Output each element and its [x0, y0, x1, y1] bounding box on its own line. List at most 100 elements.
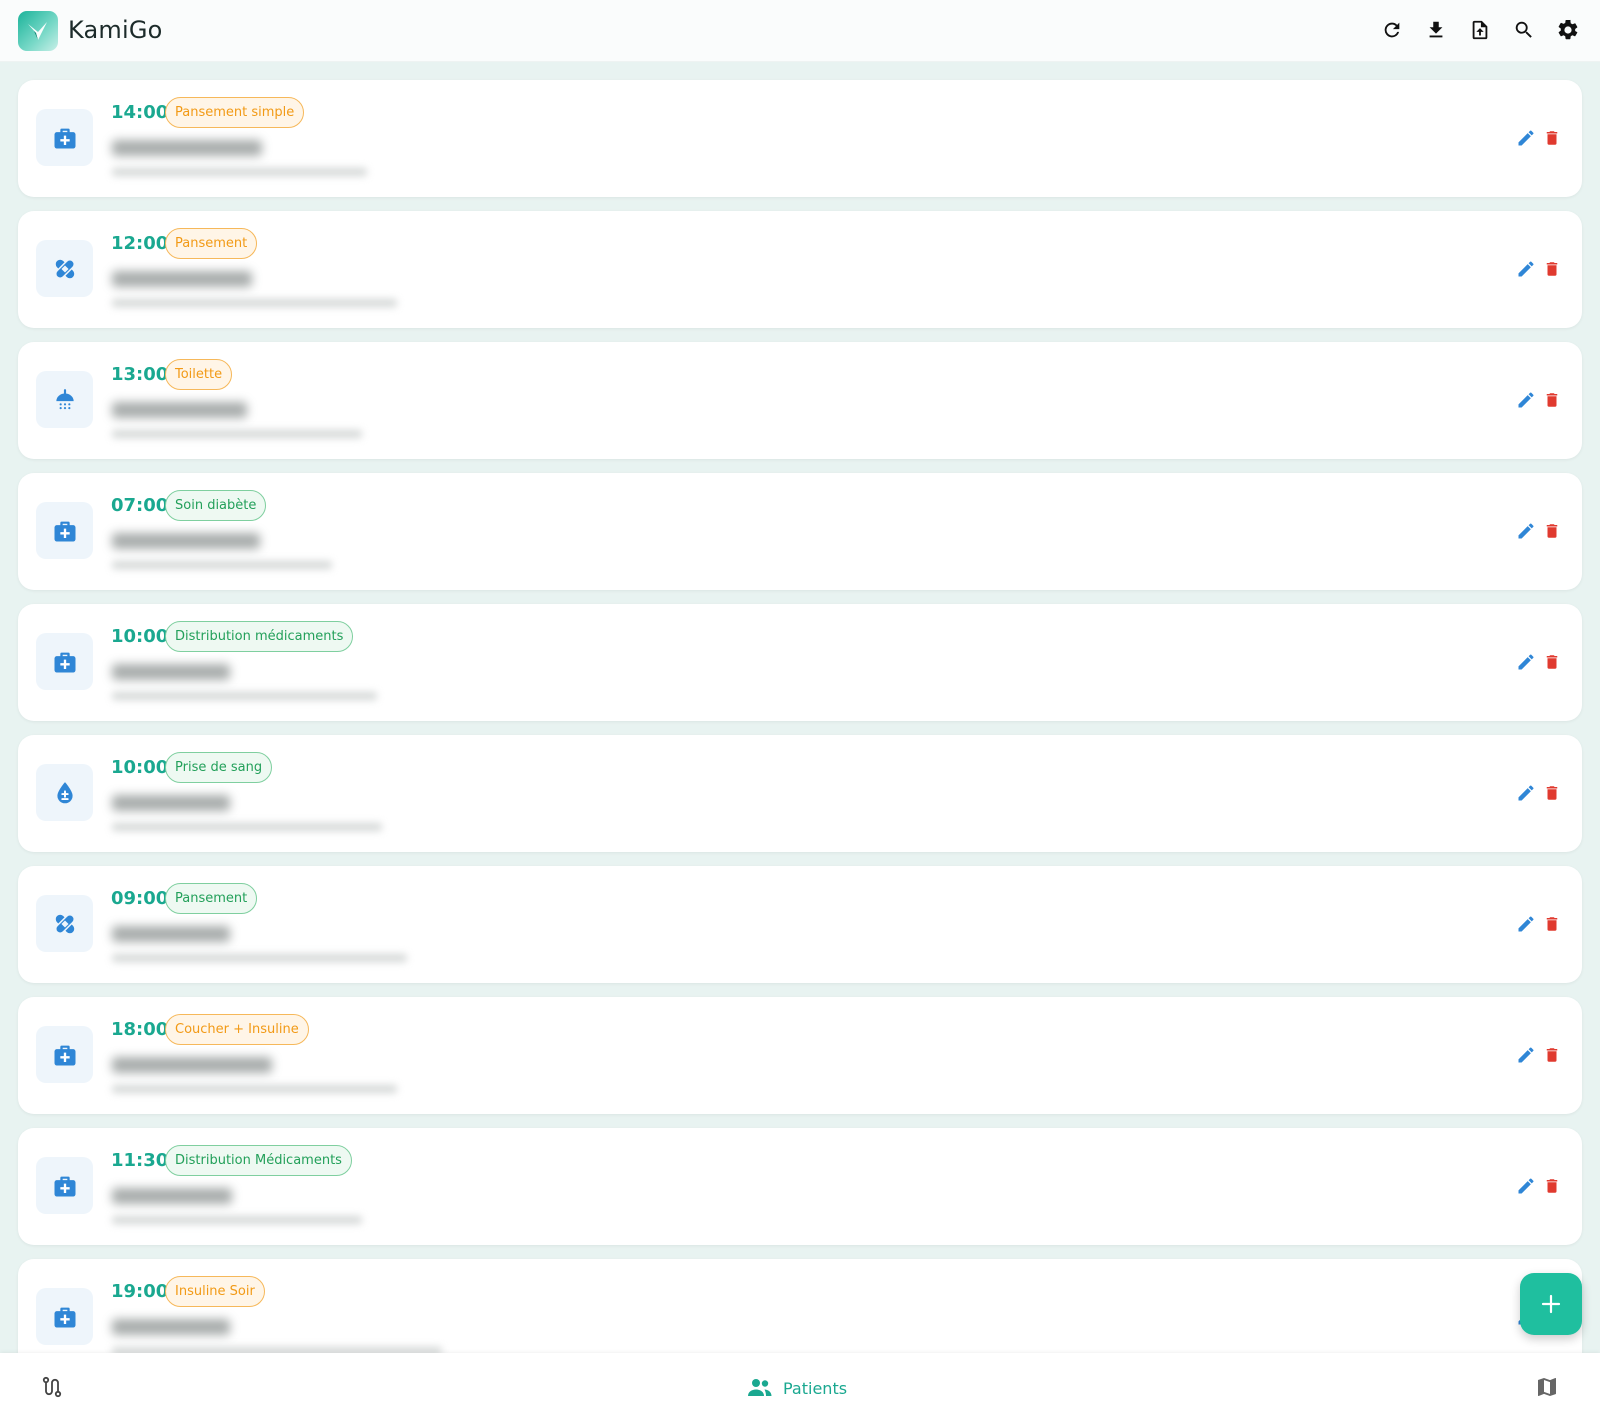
edit-visit-button[interactable] — [1516, 1175, 1536, 1197]
pencil-icon — [1518, 130, 1534, 146]
patient-name-redacted — [112, 664, 230, 680]
patient-address-redacted — [112, 168, 367, 176]
visit-card[interactable]: 13:00 Toilette — [18, 342, 1582, 459]
delete-visit-button[interactable] — [1542, 1044, 1562, 1066]
visit-time: 10:00 — [111, 757, 169, 778]
visit-card[interactable]: 07:00 Soin diabète — [18, 473, 1582, 590]
patient-name-redacted — [112, 795, 230, 811]
patient-name-redacted — [112, 533, 260, 549]
visit-card[interactable]: 14:00 Pansement simple — [18, 80, 1582, 197]
bandage-icon — [50, 254, 80, 284]
settings-button[interactable] — [1556, 17, 1580, 43]
bottom-nav: Patients — [0, 1353, 1600, 1423]
delete-visit-button[interactable] — [1542, 913, 1562, 935]
visit-card[interactable]: 11:30 Distribution Médicaments — [18, 1128, 1582, 1245]
search-button[interactable] — [1512, 17, 1536, 43]
plus-icon — [1541, 1294, 1561, 1314]
care-type-icon-box — [36, 109, 93, 166]
care-type-badge: Coucher + Insuline — [165, 1014, 309, 1045]
visit-actions — [1516, 651, 1562, 673]
trash-icon — [1546, 786, 1558, 800]
visit-card[interactable]: 10:00 Distribution médicaments — [18, 604, 1582, 721]
edit-visit-button[interactable] — [1516, 1044, 1536, 1066]
trash-icon — [1546, 655, 1558, 669]
care-type-badge: Pansement — [165, 883, 258, 914]
trash-icon — [1546, 262, 1558, 276]
pencil-icon — [1518, 785, 1534, 801]
visit-card[interactable]: 18:00 Coucher + Insuline — [18, 997, 1582, 1114]
patient-name-redacted — [112, 402, 247, 418]
delete-visit-button[interactable] — [1542, 389, 1562, 411]
delete-visit-button[interactable] — [1542, 651, 1562, 673]
delete-visit-button[interactable] — [1542, 782, 1562, 804]
import-file-button[interactable] — [1468, 17, 1492, 43]
app-header: KamiGo — [0, 0, 1600, 62]
trash-icon — [1546, 131, 1558, 145]
visit-time: 09:00 — [111, 888, 169, 909]
add-visit-button[interactable] — [1520, 1273, 1582, 1335]
nav-patients-tab[interactable]: Patients — [747, 1375, 847, 1401]
nav-map-button[interactable] — [1535, 1375, 1561, 1401]
nav-route-button[interactable] — [40, 1375, 66, 1401]
trash-icon — [1546, 1179, 1558, 1193]
visit-card[interactable]: 12:00 Pansement — [18, 211, 1582, 328]
visit-time: 12:00 — [111, 233, 169, 254]
edit-visit-button[interactable] — [1516, 389, 1536, 411]
medkit-icon — [51, 124, 79, 152]
patient-name-redacted — [112, 271, 252, 287]
visit-actions — [1516, 389, 1562, 411]
users-icon — [748, 1379, 772, 1396]
edit-visit-button[interactable] — [1516, 782, 1536, 804]
edit-visit-button[interactable] — [1516, 258, 1536, 280]
patient-address-redacted — [112, 430, 362, 438]
app-title: KamiGo — [68, 16, 163, 44]
gear-icon — [1558, 19, 1578, 40]
care-type-badge: Distribution médicaments — [165, 621, 354, 652]
visit-card[interactable]: 09:00 Pansement — [18, 866, 1582, 983]
bird-logo-icon — [28, 22, 47, 40]
download-button[interactable] — [1424, 17, 1448, 43]
care-type-badge: Toilette — [165, 359, 233, 390]
care-type-icon-box — [36, 1157, 93, 1214]
medkit-icon — [51, 648, 79, 676]
care-type-icon-box — [36, 764, 93, 821]
map-icon — [1538, 1378, 1556, 1396]
care-type-icon-box — [36, 1288, 93, 1345]
care-type-icon-box — [36, 895, 93, 952]
care-type-icon-box — [36, 633, 93, 690]
trash-icon — [1546, 524, 1558, 538]
visit-time: 14:00 — [111, 102, 169, 123]
visit-time: 11:30 — [111, 1150, 169, 1171]
header-actions — [1380, 17, 1580, 43]
care-type-icon-box — [36, 371, 93, 428]
care-type-badge: Insuline Soir — [165, 1276, 265, 1307]
visit-actions — [1516, 782, 1562, 804]
patient-address-redacted — [112, 561, 332, 569]
medkit-icon — [51, 1041, 79, 1069]
patient-address-redacted — [112, 1085, 397, 1093]
edit-visit-button[interactable] — [1516, 127, 1536, 149]
care-type-badge: Distribution Médicaments — [165, 1145, 352, 1176]
patient-address-redacted — [112, 299, 397, 307]
patient-name-redacted — [112, 1319, 230, 1335]
edit-visit-button[interactable] — [1516, 913, 1536, 935]
visit-time: 13:00 — [111, 364, 169, 385]
delete-visit-button[interactable] — [1542, 520, 1562, 542]
trash-icon — [1546, 917, 1558, 931]
refresh-button[interactable] — [1380, 17, 1404, 43]
care-type-badge: Prise de sang — [165, 752, 273, 783]
medkit-icon — [51, 517, 79, 545]
patient-address-redacted — [112, 823, 382, 831]
patient-name-redacted — [112, 140, 262, 156]
nav-patients-label: Patients — [783, 1378, 848, 1398]
edit-visit-button[interactable] — [1516, 651, 1536, 673]
route-icon — [42, 1376, 62, 1398]
delete-visit-button[interactable] — [1542, 1175, 1562, 1197]
patient-address-redacted — [112, 1216, 362, 1224]
visit-card[interactable]: 10:00 Prise de sang — [18, 735, 1582, 852]
delete-visit-button[interactable] — [1542, 258, 1562, 280]
pencil-icon — [1518, 1047, 1534, 1063]
pencil-icon — [1518, 523, 1534, 539]
delete-visit-button[interactable] — [1542, 127, 1562, 149]
edit-visit-button[interactable] — [1516, 520, 1536, 542]
